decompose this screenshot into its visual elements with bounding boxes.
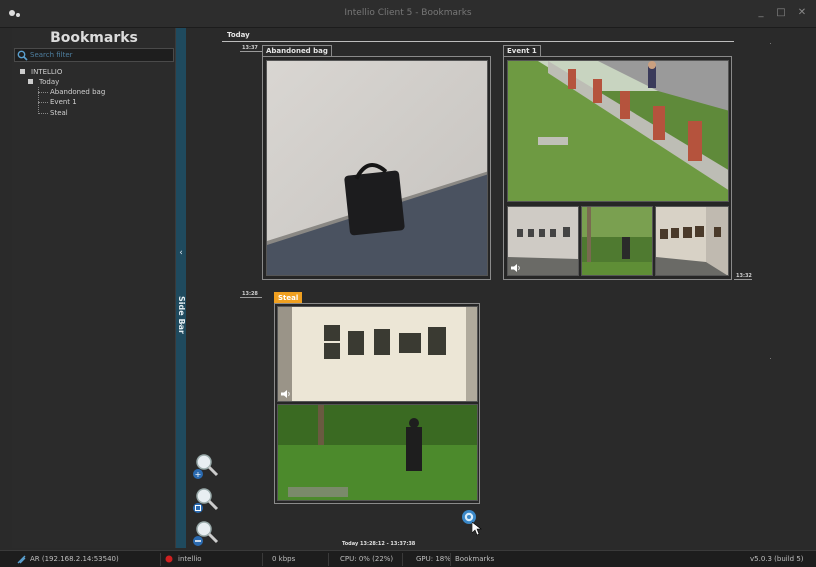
user-name: intellio bbox=[178, 555, 202, 563]
version-label: v5.0.3 (build 5) bbox=[750, 555, 804, 563]
time-underline bbox=[240, 51, 262, 52]
search-icon bbox=[17, 50, 28, 61]
gallery-scene-image bbox=[656, 207, 728, 275]
bag-scene-image bbox=[267, 61, 487, 275]
svg-text:+: + bbox=[195, 470, 202, 479]
gallery-scene-image bbox=[278, 307, 477, 401]
tree-connector bbox=[38, 113, 48, 114]
search-box[interactable] bbox=[14, 48, 174, 62]
park-scene-image bbox=[582, 207, 652, 275]
timeline-tick bbox=[770, 358, 771, 359]
video-thumbnail[interactable] bbox=[655, 206, 729, 276]
search-input[interactable] bbox=[30, 49, 170, 61]
event-frame[interactable] bbox=[262, 56, 491, 280]
event-frame[interactable] bbox=[503, 56, 732, 280]
cpu-status: CPU: 0% (22%) bbox=[340, 555, 394, 563]
panel-title: Bookmarks bbox=[50, 30, 138, 46]
zoom-out-button[interactable] bbox=[190, 519, 220, 547]
window-title: Intellio Client 5 - Bookmarks bbox=[344, 8, 472, 18]
status-separator bbox=[160, 553, 161, 566]
bookmark-timeline: Today 13:37 13:28 13:32 Abandoned bag Ev… bbox=[222, 28, 816, 548]
speaker-icon bbox=[281, 390, 290, 398]
close-button[interactable]: ✕ bbox=[795, 7, 809, 19]
event-card-event-1[interactable]: Event 1 bbox=[503, 45, 732, 281]
event-card-abandoned-bag[interactable]: Abandoned bag bbox=[262, 45, 491, 281]
status-bar: AR (192.168.2.14:53540) intellio 0 kbps … bbox=[0, 550, 816, 567]
bookmarks-panel: Bookmarks INTELLIO Today Abandoned bag E… bbox=[12, 28, 176, 548]
maximize-button[interactable]: □ bbox=[774, 7, 788, 19]
record-status-icon bbox=[165, 555, 173, 563]
tree-item-steal[interactable]: Steal bbox=[50, 109, 68, 118]
event-time-range: Today 13:28:12 - 13:37:38 bbox=[342, 541, 416, 547]
status-separator bbox=[402, 553, 403, 566]
event-tab[interactable]: Abandoned bag bbox=[262, 45, 332, 56]
connection-icon bbox=[17, 555, 26, 564]
title-bar: Intellio Client 5 - Bookmarks _ □ ✕ bbox=[0, 0, 816, 28]
video-thumbnail[interactable] bbox=[266, 60, 488, 276]
day-label: Today bbox=[227, 31, 250, 39]
fence-scene-image bbox=[508, 61, 728, 201]
day-divider bbox=[222, 41, 734, 42]
current-view: Bookmarks bbox=[455, 555, 495, 563]
event-frame[interactable] bbox=[274, 303, 480, 504]
tree-connector bbox=[38, 92, 48, 93]
speaker-icon bbox=[511, 264, 520, 272]
tree-expand-icon bbox=[20, 69, 25, 74]
status-separator bbox=[262, 553, 263, 566]
side-bar-toggle[interactable]: ‹ Side Bar ‹ bbox=[176, 28, 186, 548]
connection-status: AR (192.168.2.14:53540) bbox=[30, 555, 119, 563]
time-underline bbox=[240, 297, 262, 298]
video-thumbnail[interactable] bbox=[277, 306, 478, 402]
gpu-status: GPU: 18% bbox=[416, 555, 451, 563]
video-thumbnail[interactable] bbox=[507, 206, 579, 276]
tree-node-label: INTELLIO bbox=[31, 68, 63, 76]
app-window: Intellio Client 5 - Bookmarks _ □ ✕ Book… bbox=[0, 0, 816, 567]
video-thumbnail[interactable] bbox=[277, 404, 478, 501]
mouse-cursor-icon bbox=[472, 522, 482, 536]
status-separator bbox=[328, 553, 329, 566]
minimize-button[interactable]: _ bbox=[754, 7, 768, 19]
status-separator bbox=[450, 553, 451, 566]
collapse-arrow-icon[interactable]: ‹ bbox=[176, 319, 186, 329]
tree-expand-icon bbox=[28, 79, 33, 84]
tree-item-event-1[interactable]: Event 1 bbox=[50, 98, 77, 107]
zoom-reset-button[interactable] bbox=[190, 486, 220, 514]
collapse-arrow-icon[interactable]: ‹ bbox=[176, 248, 186, 258]
video-thumbnail[interactable] bbox=[507, 60, 729, 202]
zoom-in-button[interactable]: + bbox=[190, 452, 220, 480]
video-thumbnail[interactable] bbox=[581, 206, 653, 276]
tree-node-label: Today bbox=[39, 78, 60, 86]
event-tab[interactable]: Event 1 bbox=[503, 45, 541, 56]
bandwidth-status: 0 kbps bbox=[272, 555, 296, 563]
tree-item-abandoned-bag[interactable]: Abandoned bag bbox=[50, 88, 105, 97]
park-scene-image bbox=[278, 405, 477, 500]
time-underline bbox=[734, 279, 752, 280]
tree-node-today[interactable]: Today bbox=[28, 78, 59, 87]
tree-connector bbox=[38, 102, 48, 103]
event-tab-selected[interactable]: Steal bbox=[274, 292, 303, 303]
timeline-tick bbox=[770, 43, 771, 44]
tree-node-root[interactable]: INTELLIO bbox=[20, 68, 62, 77]
event-card-steal[interactable]: Steal Today 13:28:12 - 13:37:38 bbox=[274, 292, 480, 547]
